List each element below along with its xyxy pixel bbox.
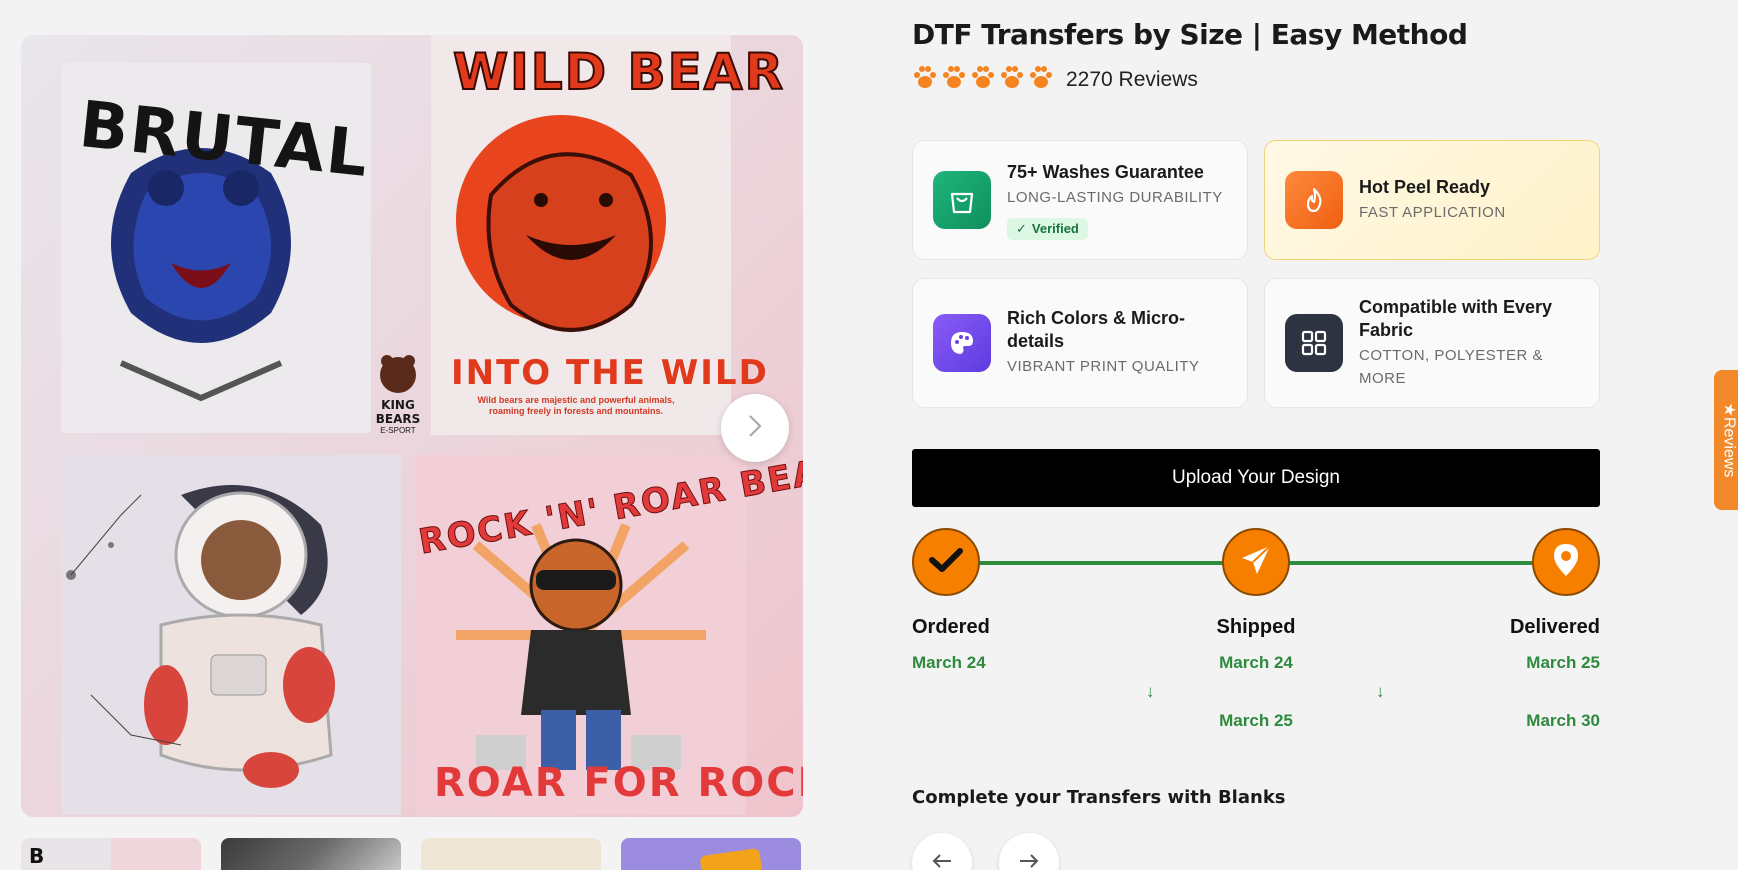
- feature-hot-peel: Hot Peel Ready FAST APPLICATION: [1264, 140, 1600, 260]
- thumbnail-2[interactable]: [221, 838, 401, 870]
- feature-title: Hot Peel Ready: [1359, 176, 1491, 197]
- thumbnail-4[interactable]: [621, 838, 801, 870]
- feature-rich-colors: Rich Colors & Micro-details VIBRANT PRIN…: [912, 278, 1248, 408]
- brutal-bear-artwork: BRUTAL: [61, 63, 373, 433]
- ordered-date: March 24: [912, 653, 986, 672]
- arrow-right-icon: [1018, 853, 1040, 870]
- reviews-tab-label: ★Reviews: [1720, 402, 1737, 478]
- arrow-left-icon: [931, 853, 953, 870]
- delivered-date-to: March 30: [1526, 711, 1600, 730]
- product-title: DTF Transfers by Size | Easy Method: [912, 18, 1468, 51]
- reviews-side-tab[interactable]: ★Reviews: [1714, 370, 1738, 510]
- king-bears-logo: KING BEARS E-SPORT: [359, 353, 437, 435]
- arrow-down-icon: ↓: [1146, 682, 1155, 701]
- wild-bear-artwork: WILD BEAR INTO THE WILD Wild bears are m…: [431, 35, 784, 435]
- feature-subtitle: FAST APPLICATION: [1359, 204, 1506, 221]
- rating-stars: [912, 64, 1054, 95]
- timeline-line: [978, 561, 1224, 565]
- shipped-label: Shipped: [1216, 616, 1296, 638]
- delivered-step: [1532, 528, 1600, 596]
- thumbnail-strip: B: [21, 838, 801, 870]
- rating-summary[interactable]: 2270 Reviews: [912, 64, 1198, 95]
- feature-title: Compatible with Every Fabric: [1359, 297, 1553, 340]
- grid-icon: [1285, 314, 1343, 372]
- blanks-next-button[interactable]: [999, 833, 1059, 870]
- checkmark-icon: [929, 547, 963, 578]
- thumbnail-3[interactable]: [421, 838, 601, 870]
- blanks-section-title: Complete your Transfers with Blanks: [912, 787, 1286, 808]
- thumbnail-1[interactable]: B: [21, 838, 201, 870]
- paw-star-icon: [941, 64, 967, 95]
- delivered-label: Delivered: [1509, 616, 1600, 638]
- feature-subtitle: LONG-LASTING DURABILITY: [1007, 189, 1223, 206]
- shipped-step: [1222, 528, 1290, 596]
- timeline-line: [1290, 561, 1536, 565]
- paw-star-icon: [1028, 64, 1054, 95]
- ordered-step: [912, 528, 980, 596]
- gallery-next-button[interactable]: [721, 394, 789, 462]
- feature-title: Rich Colors & Micro-details: [1007, 308, 1186, 351]
- paw-star-icon: [970, 64, 996, 95]
- verified-label: Verified: [1031, 221, 1079, 236]
- shipped-date-to: March 25: [1219, 711, 1293, 730]
- map-pin-icon: [1552, 542, 1580, 583]
- shopping-bag-icon: [933, 171, 991, 229]
- feature-washes-guarantee: 75+ Washes Guarantee LONG-LASTING DURABI…: [912, 140, 1248, 260]
- upload-design-button[interactable]: Upload Your Design: [912, 449, 1600, 507]
- feature-every-fabric: Compatible with Every Fabric COTTON, POL…: [1264, 278, 1600, 408]
- paw-star-icon: [999, 64, 1025, 95]
- into-the-wild-caption: Wild bears are majestic and powerful ani…: [477, 395, 675, 417]
- flame-icon: [1285, 171, 1343, 229]
- blanks-prev-button[interactable]: [912, 833, 972, 870]
- e-sport-text: E-SPORT: [380, 426, 416, 435]
- palette-icon: [933, 314, 991, 372]
- paw-star-icon: [912, 64, 938, 95]
- paper-plane-icon: [1239, 543, 1273, 582]
- roar-for-rock-text: ROAR FOR ROCK: [434, 760, 803, 806]
- king-bears-text: KING BEARS: [375, 398, 421, 426]
- rock-bear-artwork: ROCK 'N' ROAR BEAR ROAR FOR ROCK: [415, 447, 803, 815]
- arrow-down-icon: ↓: [1376, 682, 1385, 701]
- product-main-image[interactable]: BRUTAL WILD BEAR INTO THE WILD Wild bear…: [21, 35, 803, 817]
- astronaut-bear-artwork: [61, 455, 401, 815]
- reviews-count[interactable]: 2270 Reviews: [1066, 68, 1198, 92]
- into-the-wild-text: INTO THE WILD: [451, 353, 769, 393]
- check-icon: ✓: [1016, 220, 1027, 236]
- verified-badge: ✓ Verified: [1007, 217, 1088, 240]
- chevron-right-icon: [747, 413, 763, 444]
- feature-subtitle: COTTON, POLYESTER & MORE: [1359, 347, 1543, 387]
- delivered-date-from: March 25: [1526, 653, 1600, 672]
- shipped-date-from: March 24: [1219, 653, 1293, 672]
- feature-subtitle: VIBRANT PRINT QUALITY: [1007, 358, 1200, 376]
- ordered-label: Ordered: [912, 616, 990, 638]
- feature-title: 75+ Washes Guarantee: [1007, 161, 1204, 182]
